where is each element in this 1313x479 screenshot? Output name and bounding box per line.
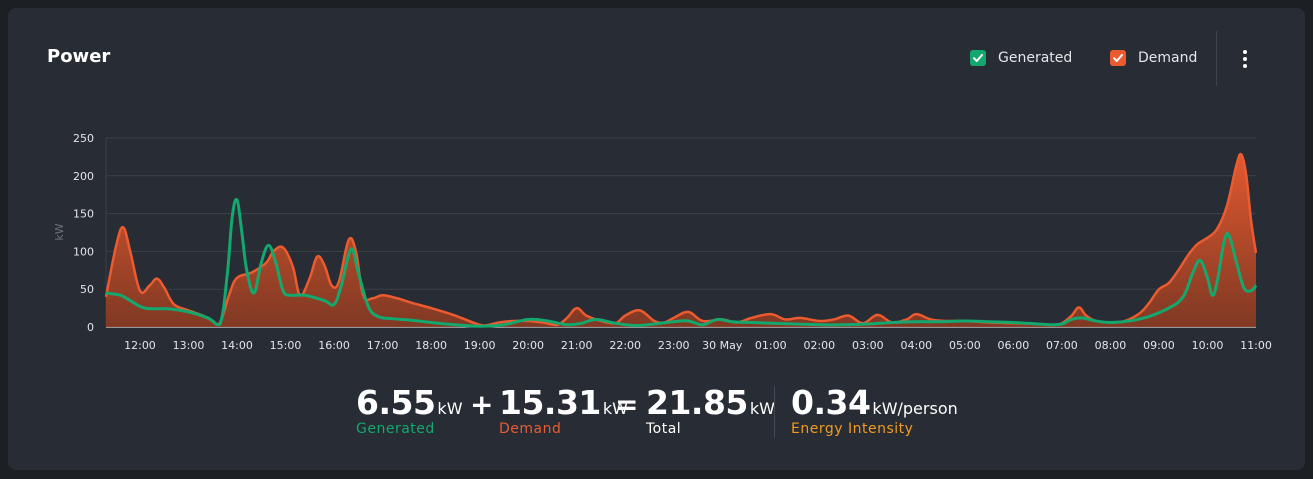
x-tick-label: 10:00 <box>1192 339 1224 352</box>
x-tick-label: 02:00 <box>803 339 835 352</box>
y-tick-label: 0 <box>87 321 94 334</box>
x-tick-label: 16:00 <box>318 339 350 352</box>
equals-operator: = <box>615 388 639 421</box>
generated-label: Generated <box>356 421 435 437</box>
summary-intensity: 0.34 kW/person Energy Intensity <box>791 383 958 437</box>
x-tick-label: 12:00 <box>124 339 156 352</box>
demand-area <box>106 153 1256 327</box>
y-tick-label: 200 <box>73 170 94 183</box>
x-tick-label: 05:00 <box>949 339 981 352</box>
x-tick-label: 08:00 <box>1095 339 1127 352</box>
x-tick-label: 21:00 <box>561 339 593 352</box>
summary-total: 21.85 kW Total <box>646 383 775 437</box>
x-tick-label: 15:00 <box>270 339 302 352</box>
generated-unit: kW <box>437 399 463 418</box>
x-tick-label: 11:00 <box>1240 339 1272 352</box>
x-tick-label: 14:00 <box>221 339 253 352</box>
y-tick-label: 250 <box>73 132 94 145</box>
y-tick-label: 100 <box>73 245 94 258</box>
intensity-label: Energy Intensity <box>791 421 914 437</box>
x-tick-label: 23:00 <box>658 339 690 352</box>
y-tick-label: 50 <box>80 283 94 296</box>
x-tick-label: 17:00 <box>367 339 399 352</box>
power-area-chart: 0 50 100 150 200 250 12:00 13:00 14:00 15:00 16:0… <box>53 132 1272 352</box>
x-tick-label: 13:00 <box>173 339 205 352</box>
x-tick-label: 18:00 <box>415 339 447 352</box>
summary-divider <box>774 386 775 438</box>
x-tick-label: 30 May <box>702 339 743 352</box>
summary-generated: 6.55 kW Generated <box>356 383 463 437</box>
intensity-value: 0.34 <box>791 383 871 422</box>
intensity-unit: kW/person <box>872 399 958 418</box>
generated-value: 6.55 <box>356 383 436 422</box>
plus-operator: + <box>470 388 494 421</box>
total-label: Total <box>646 421 682 437</box>
x-tick-label: 22:00 <box>609 339 641 352</box>
x-tick-label: 06:00 <box>998 339 1030 352</box>
x-tick-label: 20:00 <box>512 339 544 352</box>
x-tick-label: 03:00 <box>852 339 884 352</box>
demand-value: 15.31 <box>499 383 601 422</box>
demand-label: Demand <box>499 421 562 437</box>
y-tick-label: 150 <box>73 208 94 221</box>
x-tick-label: 07:00 <box>1046 339 1078 352</box>
x-tick-label: 09:00 <box>1143 339 1175 352</box>
total-value: 21.85 <box>646 383 748 422</box>
x-tick-label: 04:00 <box>900 339 932 352</box>
y-axis-label: kW <box>53 223 66 240</box>
x-tick-label: 19:00 <box>464 339 496 352</box>
summary-demand: 15.31 kW Demand <box>499 383 628 437</box>
total-unit: kW <box>749 399 775 418</box>
x-tick-label: 01:00 <box>755 339 787 352</box>
